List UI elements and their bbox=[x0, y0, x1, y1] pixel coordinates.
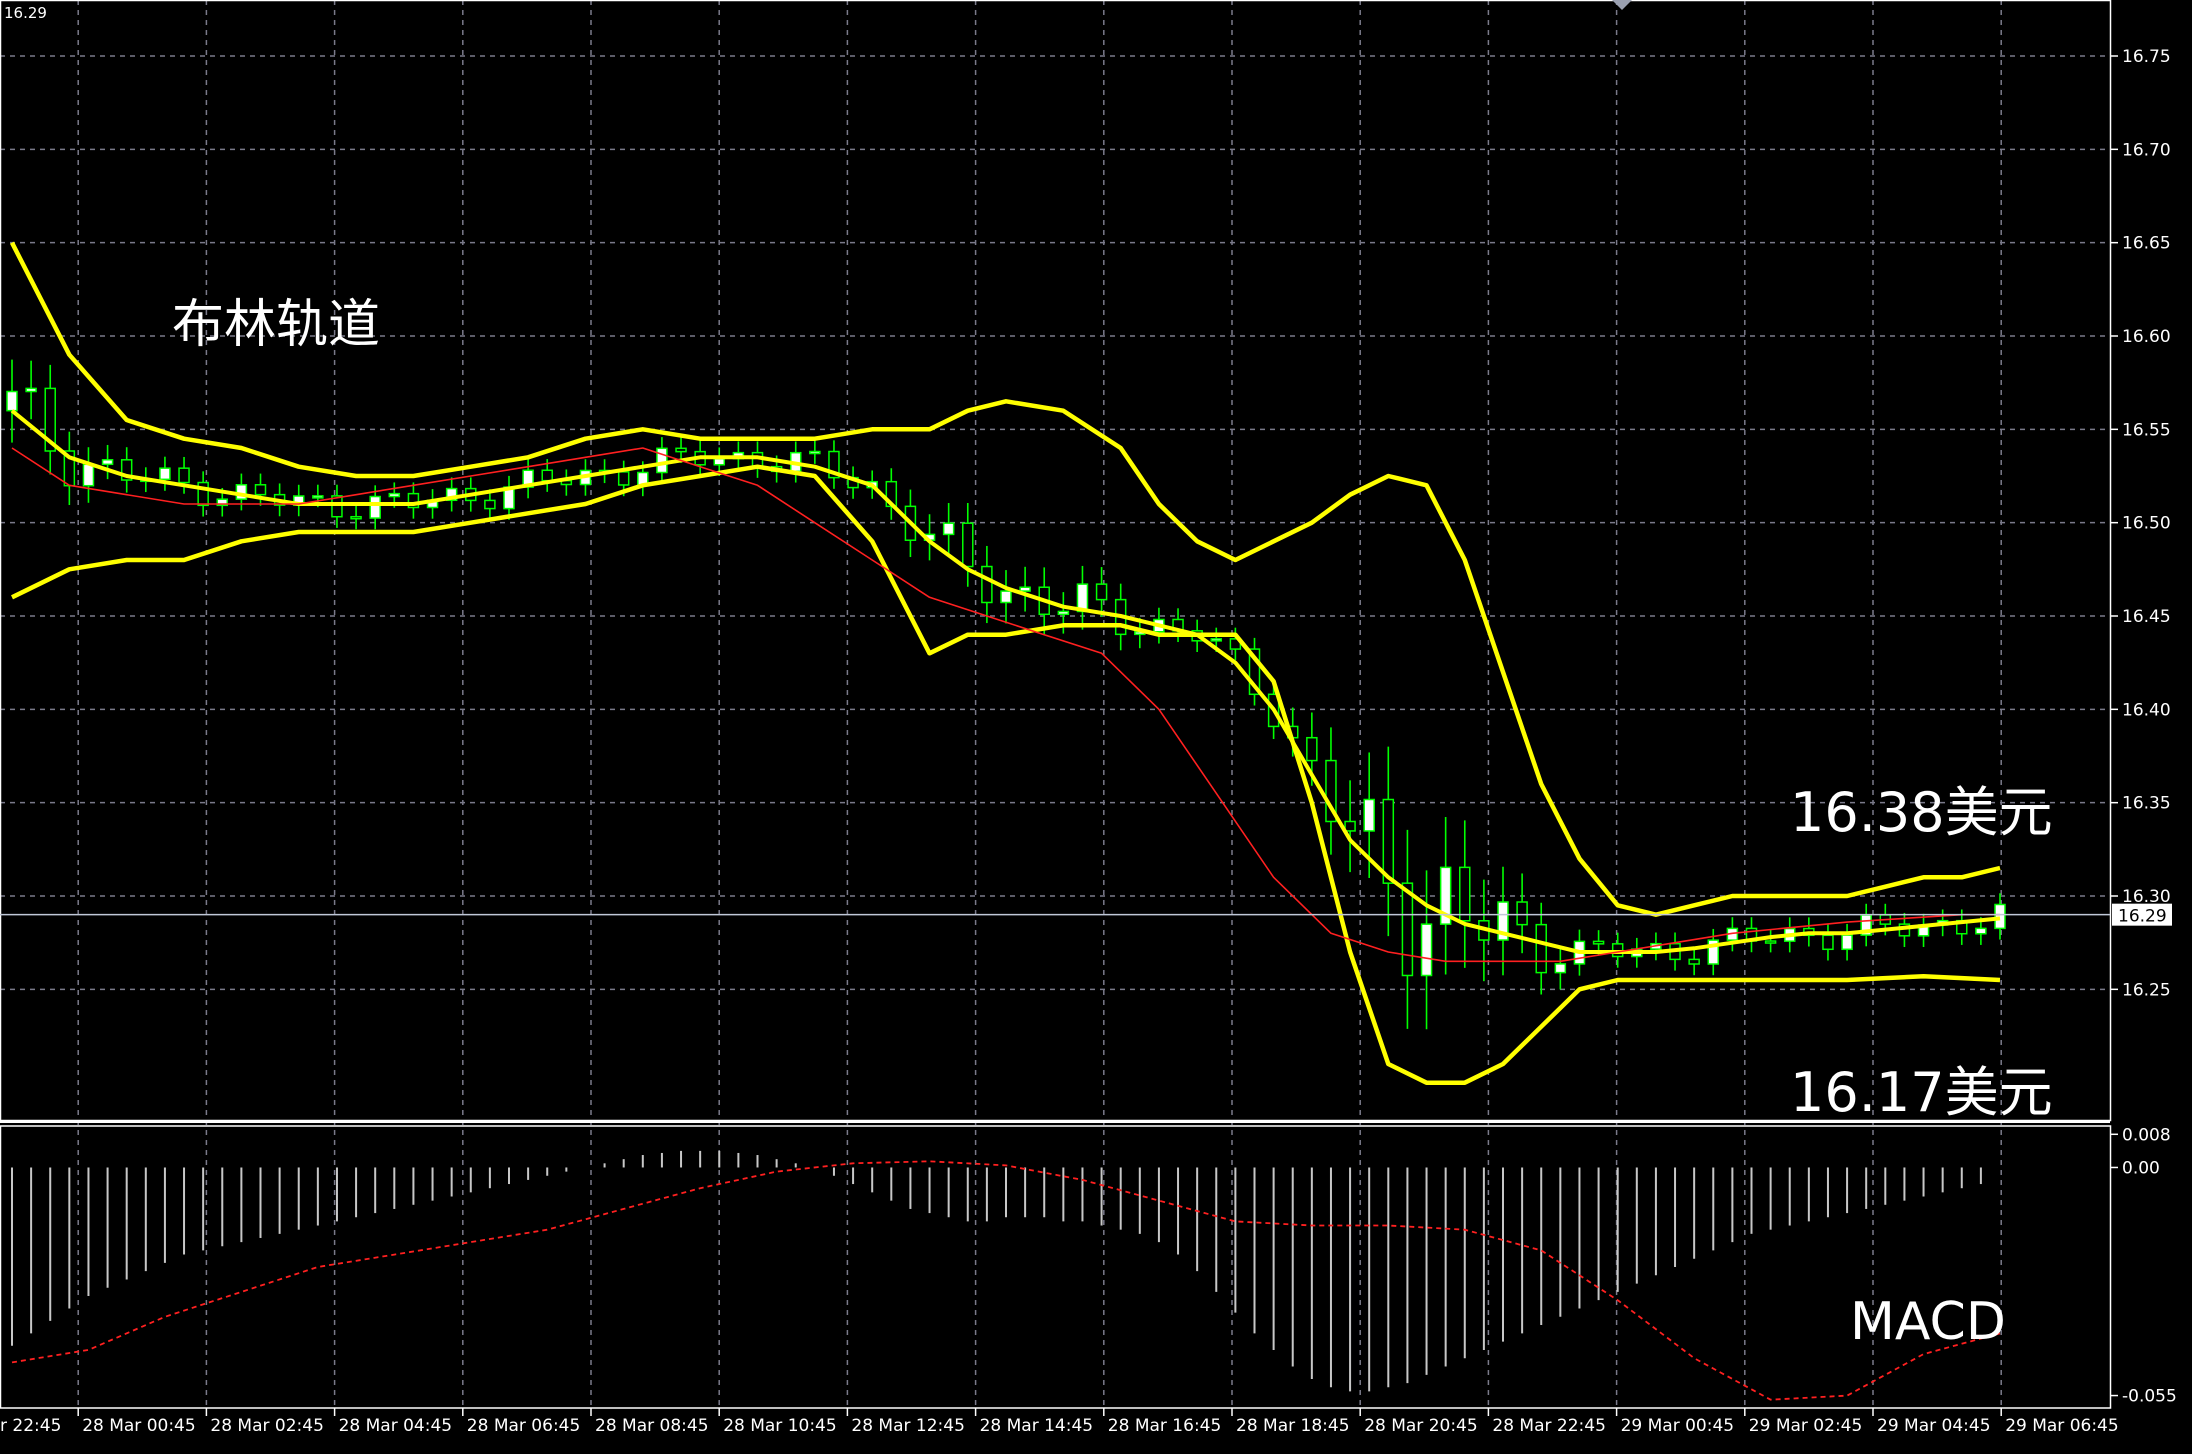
main-panel-frame bbox=[0, 0, 2112, 1122]
candle-body bbox=[1764, 940, 1777, 944]
price-tick-label: 16.45 bbox=[2122, 607, 2171, 627]
candle-body bbox=[484, 499, 496, 510]
candle-body bbox=[254, 484, 267, 496]
candle-body bbox=[1975, 927, 1987, 935]
candle-body bbox=[1994, 903, 2006, 930]
candle-body bbox=[1057, 610, 1070, 616]
price-tick-label: 16.35 bbox=[2122, 794, 2171, 814]
shift-marker-icon bbox=[1612, 0, 1632, 10]
candle-body bbox=[1344, 820, 1356, 832]
candle-body bbox=[159, 467, 171, 481]
candle-body bbox=[1822, 934, 1834, 951]
candle-body bbox=[617, 471, 630, 486]
grid bbox=[0, 0, 2110, 1408]
candle-body bbox=[1592, 940, 1605, 945]
time-tick-label: 28 Mar 00:45 bbox=[82, 1416, 196, 1436]
price-chart: 16.75 16.70 16.65 16.60 16.55 16.50 16.45 16.40… bbox=[0, 0, 2192, 1450]
bollinger-bands bbox=[9, 241, 2001, 1085]
time-tick-label: 29 Mar 06:45 bbox=[2005, 1416, 2119, 1436]
time-tick-label: 28 Mar 04:45 bbox=[339, 1416, 453, 1436]
candle-body bbox=[809, 450, 821, 455]
time-tick-label: 29 Mar 00:45 bbox=[1621, 1416, 1735, 1436]
time-tick-label: 28 Mar 20:45 bbox=[1364, 1416, 1478, 1436]
candle-body bbox=[1000, 590, 1012, 604]
price-tick-label: 16.55 bbox=[2122, 420, 2171, 440]
candle-body bbox=[1841, 934, 1853, 951]
candle-body bbox=[1459, 866, 1471, 922]
candle-body bbox=[1420, 923, 1433, 977]
macd-tick-label: 0.008 bbox=[2122, 1125, 2171, 1145]
time-tick-label: 28 Mar 14:45 bbox=[980, 1416, 1094, 1436]
candle-body bbox=[1401, 882, 1414, 977]
chart-frame bbox=[0, 0, 2112, 1409]
candle-body bbox=[178, 467, 190, 484]
candle-body bbox=[101, 459, 114, 466]
candle-body bbox=[942, 522, 955, 536]
macd-panel bbox=[11, 1150, 2001, 1401]
time-axis: r 22:45 28 Mar 00:45 28 Mar 02:45 28 Mar 04… bbox=[0, 1408, 2119, 1436]
time-tick-label: 28 Mar 06:45 bbox=[467, 1416, 581, 1436]
current-price-tag-text: 16.29 bbox=[2118, 907, 2167, 927]
candle-body bbox=[656, 447, 668, 474]
candle-body bbox=[1210, 638, 1223, 642]
time-tick-label: 28 Mar 08:45 bbox=[595, 1416, 709, 1436]
price-tick-label: 16.50 bbox=[2122, 514, 2171, 534]
time-tick-label: 28 Mar 16:45 bbox=[1108, 1416, 1222, 1436]
time-tick-label: 28 Mar 02:45 bbox=[210, 1416, 324, 1436]
candle-body bbox=[981, 565, 993, 604]
bollinger-lower-line bbox=[11, 464, 2001, 1085]
bollinger-title: 布林轨道 bbox=[172, 295, 381, 355]
price-tick-label: 16.40 bbox=[2122, 700, 2171, 720]
corner-price-label: 16.29 bbox=[4, 4, 47, 22]
candle-body bbox=[1382, 798, 1395, 884]
time-tick-label: 28 Mar 10:45 bbox=[723, 1416, 837, 1436]
candle-body bbox=[6, 390, 18, 412]
price-tick-label: 16.75 bbox=[2122, 47, 2171, 67]
macd-label: MACD bbox=[1850, 1292, 2006, 1352]
candle-body bbox=[541, 469, 553, 482]
lower-band-annotation: 16.17美元 bbox=[1790, 1061, 2053, 1124]
candle-body bbox=[350, 515, 362, 520]
candle-body bbox=[82, 463, 95, 487]
candle-body bbox=[1535, 923, 1547, 974]
candle-body bbox=[25, 387, 37, 393]
candle-body bbox=[962, 522, 974, 568]
candle-body bbox=[1688, 958, 1700, 965]
candle-body bbox=[1554, 963, 1567, 974]
candle-body bbox=[1516, 901, 1528, 926]
candles bbox=[6, 359, 2006, 1030]
price-tick-label: 16.60 bbox=[2122, 327, 2171, 347]
candle-body bbox=[1363, 798, 1375, 832]
time-tick-label: r 22:45 bbox=[0, 1416, 61, 1436]
bollinger-middle-line bbox=[10, 409, 2001, 954]
price-tick-label: 16.25 bbox=[2122, 980, 2171, 1000]
candle-body bbox=[713, 457, 726, 466]
price-tick-label: 16.70 bbox=[2122, 140, 2171, 160]
candle-body bbox=[675, 447, 687, 453]
upper-band-annotation: 16.38美元 bbox=[1790, 781, 2053, 844]
current-price-line: 16.29 bbox=[0, 903, 2172, 927]
moving-average-line bbox=[11, 447, 2000, 963]
candle-body bbox=[1306, 736, 1318, 762]
time-tick-label: 29 Mar 02:45 bbox=[1749, 1416, 1863, 1436]
candle-body bbox=[388, 492, 401, 498]
candle-body bbox=[1095, 583, 1108, 601]
candle-body bbox=[312, 495, 324, 499]
chart-canvas: 16.75 16.70 16.65 16.60 16.55 16.50 16.45 16.40… bbox=[0, 0, 2177, 1436]
candle-body bbox=[1019, 586, 1031, 592]
price-tick-label: 16.65 bbox=[2122, 234, 2171, 254]
candle-body bbox=[369, 495, 381, 519]
time-tick-label: 28 Mar 22:45 bbox=[1492, 1416, 1606, 1436]
macd-tick-label: 0.00 bbox=[2122, 1158, 2160, 1178]
time-tick-label: 28 Mar 18:45 bbox=[1236, 1416, 1350, 1436]
time-tick-label: 29 Mar 04:45 bbox=[1877, 1416, 1991, 1436]
time-tick-label: 28 Mar 12:45 bbox=[851, 1416, 965, 1436]
price-axis: 16.75 16.70 16.65 16.60 16.55 16.50 16.45 16.40… bbox=[2110, 47, 2177, 1407]
macd-tick-label: -0.055 bbox=[2122, 1387, 2177, 1407]
